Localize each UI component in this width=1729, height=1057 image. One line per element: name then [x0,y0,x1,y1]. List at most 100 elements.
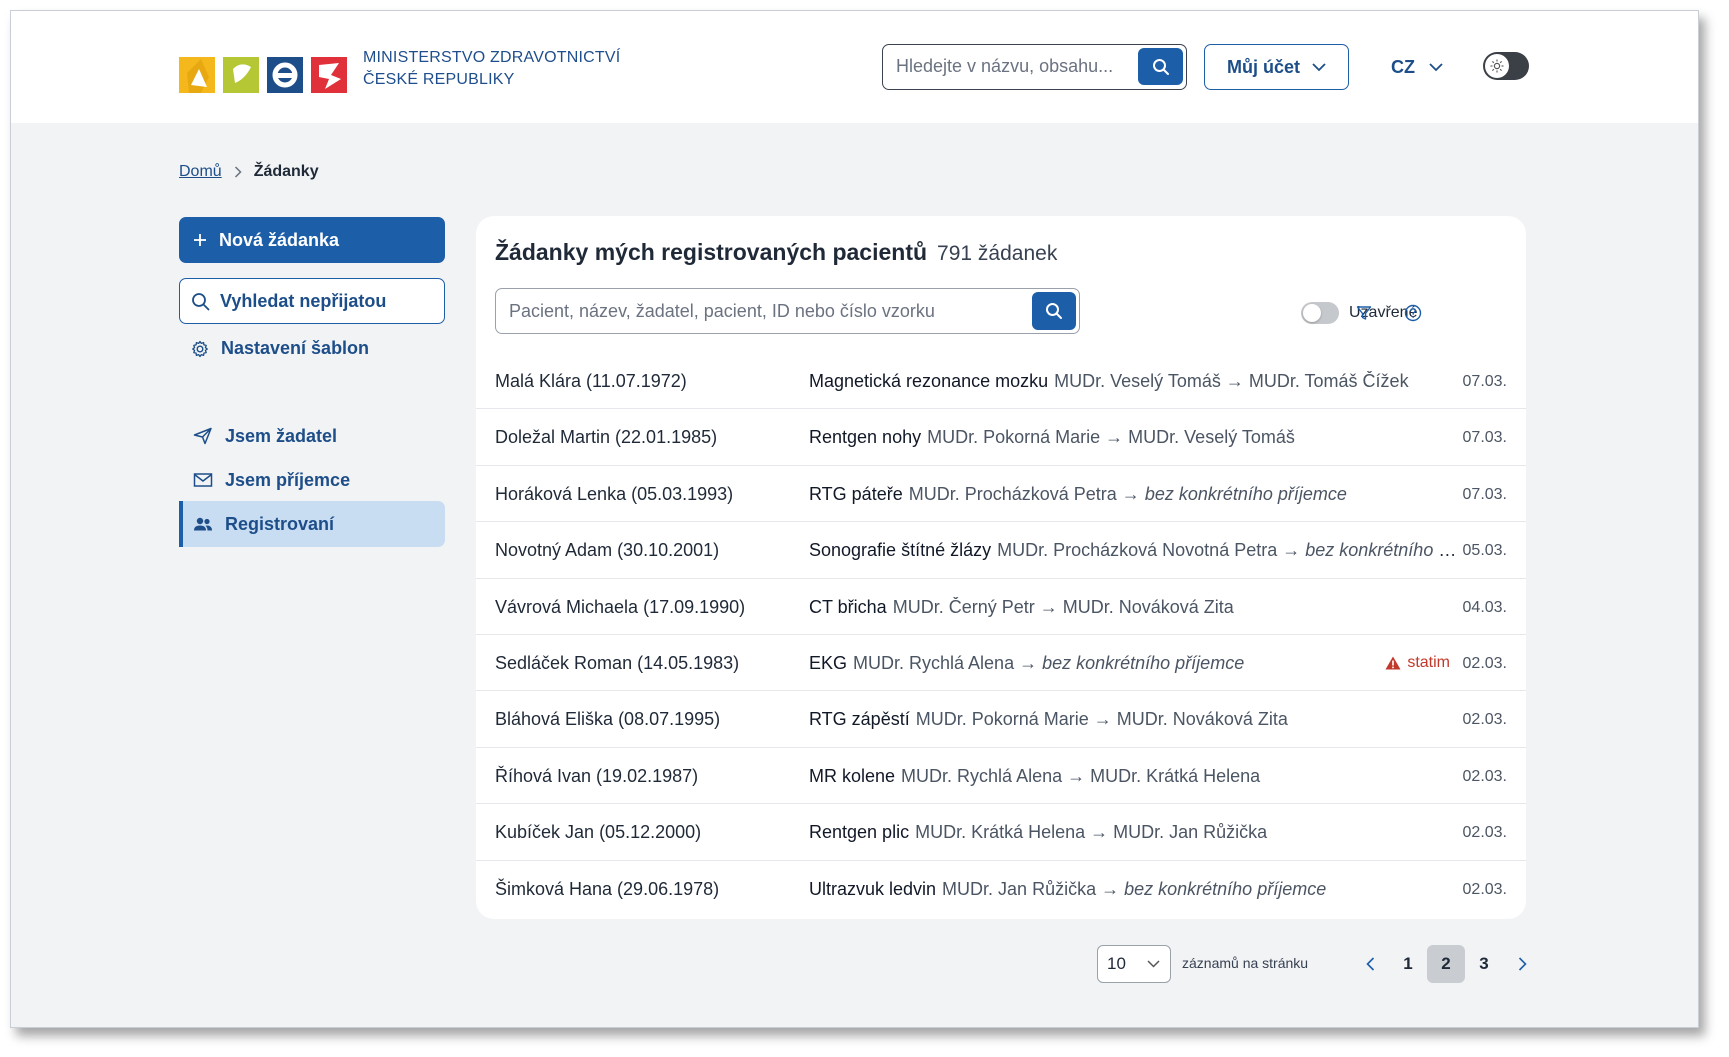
request-detail: Rentgen nohy MUDr. Pokorná Marie → MUDr. … [809,427,1459,448]
request-row[interactable]: Sedláček Roman (14.05.1983) EKG MUDr. Rych… [476,635,1526,692]
account-button[interactable]: Můj účet [1204,44,1349,90]
sidebar-item-requester[interactable]: Jsem žadatel [179,413,445,459]
page-button-2[interactable]: 2 [1427,945,1465,983]
recipient-doctor: MUDr. Krátká Helena [1090,765,1261,786]
request-date: 02.03. [1462,824,1507,842]
exam-name: Rentgen nohy [809,427,922,448]
sidebar-item-label: Registrovaní [225,513,335,534]
request-row[interactable]: Malá Klára (11.07.1972) Magnetická rezona… [476,353,1526,410]
requester-doctor: MUDr. Pokorná Marie [915,709,1089,730]
per-page-select[interactable]: 10 [1097,945,1171,983]
requester-doctor: MUDr. Veselý Tomáš [1054,371,1221,391]
ministry-logo-icon[interactable] [179,49,355,97]
arrow-right-icon: → [1100,427,1129,448]
breadcrumb-home-link[interactable]: Domů [179,163,222,181]
recipient-doctor: bez konkrétního příjemce [1124,878,1327,899]
request-date: 05.03. [1462,542,1507,560]
patient-name: Doležal Martin (22.01.1985) [495,427,718,448]
doctors: MUDr. Krátká Helena → MUDr. Jan Růžička [915,822,1267,842]
request-detail: Sonografie štítné žlázy MUDr. Procházková… [809,540,1459,561]
theme-toggle-knob [1485,54,1509,78]
patient-name: Říhová Ivan (19.02.1987) [495,765,699,786]
language-label: CZ [1391,56,1415,77]
request-date: 07.03. [1462,485,1507,503]
sidebar-item-registered[interactable]: Registrovaní [179,501,445,547]
global-search-input[interactable] [883,45,1133,88]
request-row[interactable]: Horáková Lenka (05.03.1993) RTG páteře MUD… [476,466,1526,523]
exam-name: Magnetická rezonance mozku [809,371,1049,391]
template-settings-label: Nastavení šablon [221,338,370,358]
arrow-right-icon: → [1085,822,1114,843]
request-date: 07.03. [1462,429,1507,447]
request-date: 04.03. [1462,598,1507,616]
chevron-left-icon [1365,957,1374,971]
request-date: 02.03. [1462,654,1507,672]
request-row[interactable]: Kubíček Jan (05.12.2000) Rentgen plic MUDr… [476,804,1526,861]
request-search-input[interactable] [496,289,1026,333]
exam-name: EKG [809,652,848,673]
search-unaccepted-button[interactable]: Vyhledat nepřijatou [179,278,445,324]
request-detail: MR kolene MUDr. Rychlá Alena → MUDr. Krát… [809,766,1459,787]
request-row[interactable]: Vávrová Michaela (17.09.1990) CT břicha MU… [476,579,1526,635]
request-search [495,288,1080,334]
arrow-right-icon: → [1034,596,1063,617]
breadcrumb: Domů Žádanky [179,163,319,181]
recipient-doctor: bez konkrétního příjemce [1042,652,1245,673]
per-page-value: 10 [1107,954,1126,973]
requests-list: Malá Klára (11.07.1972) Magnetická rezona… [476,353,1526,917]
global-search-button[interactable] [1138,48,1183,85]
warning-icon [1385,656,1401,670]
ministry-name-line2: ČESKÉ REPUBLIKY [363,71,515,88]
next-page-button[interactable] [1503,945,1541,983]
new-request-label: Nová žádanka [219,229,340,250]
search-unaccepted-label: Vyhledat nepřijatou [220,290,387,311]
template-settings-link[interactable]: Nastavení šablon [191,338,369,359]
envelope-icon [193,473,213,487]
request-search-button[interactable] [1032,292,1076,330]
request-detail: Magnetická rezonance mozku MUDr. Veselý T… [809,371,1459,392]
search-icon [1046,303,1062,319]
page-title: Žádanky mých registrovaných pacientů [495,239,928,265]
panel-header: Žádanky mých registrovaných pacientů 791… [495,239,1057,266]
request-row[interactable]: Doležal Martin (22.01.1985) Rentgen nohy M… [476,409,1526,466]
exam-name: MR kolene [809,765,896,786]
request-detail: CT břicha MUDr. Černý Petr → MUDr. Nováko… [809,597,1459,618]
previous-page-button[interactable] [1351,945,1389,983]
arrow-right-icon: → [1277,540,1306,561]
send-icon [193,427,212,445]
new-request-button[interactable]: Nová žádanka [179,217,445,263]
filter-icon[interactable] [1356,305,1372,321]
doctors: MUDr. Veselý Tomáš → MUDr. Tomáš Čížek [1054,371,1408,391]
request-count: 791 žádanek [937,242,1058,265]
request-row[interactable]: Bláhová Eliška (08.07.1995) RTG zápěstí MU… [476,691,1526,748]
help-icon[interactable] [1404,304,1422,322]
patient-name: Malá Klára (11.07.1972) [495,371,687,391]
page-button-1[interactable]: 1 [1389,945,1427,983]
page-button-3[interactable]: 3 [1465,945,1503,983]
exam-name: Rentgen plic [809,822,910,843]
requester-doctor: MUDr. Krátká Helena [915,822,1086,843]
chevron-down-icon [1312,62,1326,71]
recipient-doctor: MUDr. Nováková Zita [1062,596,1234,617]
language-selector[interactable]: CZ [1391,53,1443,81]
doctors: MUDr. Rychlá Alena → MUDr. Krátká Helena [901,766,1260,786]
requester-doctor: MUDr. Černý Petr [892,596,1035,617]
request-row[interactable]: Šimková Hana (29.06.1978) Ultrazvuk ledvi… [476,861,1526,917]
sidebar-item-recipient[interactable]: Jsem příjemce [179,457,445,503]
doctors: MUDr. Pokorná Marie → MUDr. Nováková Zit… [916,709,1288,729]
exam-name: RTG zápěstí [809,709,910,730]
search-icon [192,292,210,310]
request-date: 02.03. [1462,880,1507,898]
doctors: MUDr. Procházková Petra → bez konkrétníh… [909,484,1347,504]
request-row[interactable]: Novotný Adam (30.10.2001) Sonografie štít… [476,522,1526,579]
doctors: MUDr. Pokorná Marie → MUDr. Veselý Tomáš [927,427,1295,447]
exam-name: CT břicha [809,596,887,617]
arrow-right-icon: → [1116,483,1145,504]
request-row[interactable]: Říhová Ivan (19.02.1987) MR kolene MUDr. R… [476,748,1526,805]
closed-toggle-switch[interactable] [1301,302,1339,324]
requester-doctor: MUDr. Pokorná Marie [927,427,1101,448]
ministry-name-line1: MINISTERSTVO ZDRAVOTNICTVÍ [363,49,621,66]
top-header: MINISTERSTVO ZDRAVOTNICTVÍ ČESKÉ REPUBLI… [11,11,1698,123]
theme-toggle[interactable] [1483,52,1529,80]
patient-name: Horáková Lenka (05.03.1993) [495,483,734,504]
